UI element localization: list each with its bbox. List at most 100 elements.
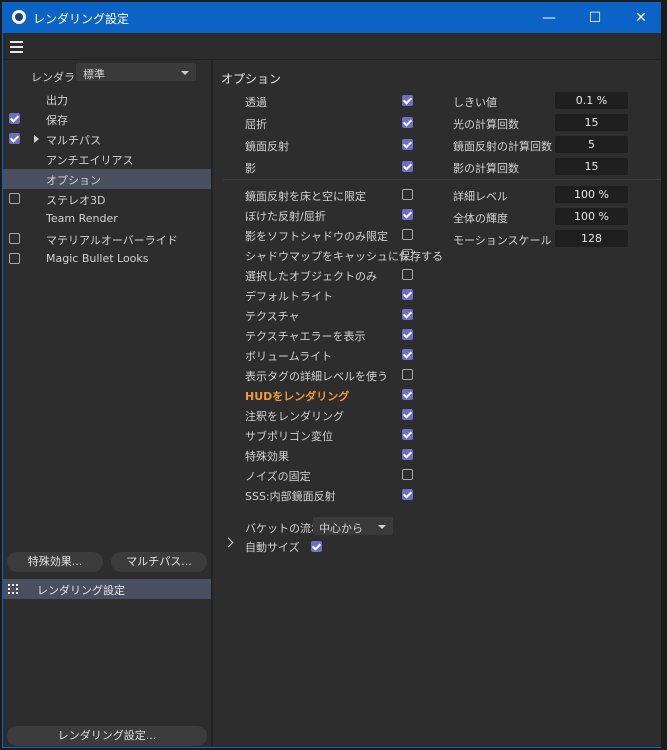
number-field[interactable]: 0.1 % xyxy=(555,92,628,109)
nav-item[interactable]: 出力 xyxy=(3,89,211,109)
option-checkbox[interactable] xyxy=(402,429,413,440)
preset-item[interactable]: レンダリング設定 xyxy=(3,579,211,599)
option-checkbox[interactable] xyxy=(402,161,413,172)
maximize-button[interactable]: ☐ xyxy=(572,3,618,33)
autosize-checkbox[interactable] xyxy=(311,541,322,552)
option-label: 特殊効果 xyxy=(245,450,289,463)
option-row: デフォルトライト xyxy=(213,285,664,305)
number-field[interactable]: 15 xyxy=(555,114,628,131)
option-label: テクスチャエラーを表示 xyxy=(245,330,366,343)
option-row: 鏡面反射を床と空に限定 xyxy=(213,185,664,205)
background-edge xyxy=(661,0,667,750)
option-label: 透過 xyxy=(245,96,267,109)
option-checkbox[interactable] xyxy=(402,209,413,220)
close-button[interactable]: ✕ xyxy=(618,3,664,33)
option-row: サブポリゴン変位 xyxy=(213,425,664,445)
option-checkbox[interactable] xyxy=(402,409,413,420)
option-row: 影をソフトシャドウのみ限定 xyxy=(213,225,664,245)
option-checkbox[interactable] xyxy=(402,309,413,320)
field-label: 影の計算回数 xyxy=(453,162,519,175)
option-label: 注釈をレンダリング xyxy=(245,410,344,423)
field-label: 光の計算回数 xyxy=(453,118,519,131)
nav-item-label: 保存 xyxy=(46,114,68,127)
option-checkbox[interactable] xyxy=(402,117,413,128)
option-label: ぼけた反射/屈折 xyxy=(245,210,326,223)
nav-item[interactable]: Team Render xyxy=(3,209,211,229)
nav-item[interactable]: ステレオ3D xyxy=(3,189,211,209)
option-row: 表示タグの詳細レベルを使う xyxy=(213,365,664,385)
option-checkbox[interactable] xyxy=(402,249,413,260)
option-row: HUDをレンダリング xyxy=(213,385,664,405)
option-label: HUDをレンダリング xyxy=(245,390,350,403)
option-label: シャドウマップをキャッシュに保存する xyxy=(245,250,443,263)
option-checkbox[interactable] xyxy=(402,229,413,240)
nav-checkbox[interactable] xyxy=(9,113,20,124)
nav-checkbox[interactable] xyxy=(9,133,20,144)
option-label: 選択したオブジェクトのみ xyxy=(245,270,377,283)
number-field[interactable]: 15 xyxy=(555,158,628,175)
option-checkbox[interactable] xyxy=(402,389,413,400)
nav-item[interactable]: 保存 xyxy=(3,109,211,129)
triangle-right-icon[interactable] xyxy=(34,135,39,143)
option-checkbox[interactable] xyxy=(402,469,413,480)
nav-checkbox[interactable] xyxy=(9,233,20,244)
section-separator xyxy=(223,179,661,180)
option-label: 表示タグの詳細レベルを使う xyxy=(245,370,388,383)
option-label: SSS:内部鏡面反射 xyxy=(245,490,336,503)
option-checkbox[interactable] xyxy=(402,329,413,340)
nav-item[interactable]: オプション xyxy=(3,169,211,189)
number-field[interactable]: 5 xyxy=(555,136,628,153)
option-checkbox[interactable] xyxy=(402,189,413,200)
nav-item-label: マテリアルオーバーライド xyxy=(46,234,178,247)
left-panel: レンダラー 標準 出力 保存 マルチパス アンチエイリアス オプション ステレオ3D Tea… xyxy=(3,60,211,746)
nav-item[interactable]: マルチパス xyxy=(3,129,211,149)
autosize-label: 自動サイズ xyxy=(245,541,300,554)
minimize-button[interactable]: — xyxy=(526,3,572,33)
nav-item-label: 出力 xyxy=(46,94,68,107)
nav-item-label: Team Render xyxy=(46,212,118,225)
bucket-row: バケットの流れ xyxy=(213,517,664,537)
nav-checkbox[interactable] xyxy=(9,253,20,264)
option-label: 影 xyxy=(245,162,256,175)
option-row: 注釈をレンダリング xyxy=(213,405,664,425)
renderer-value: 標準 xyxy=(83,68,105,81)
chevron-down-icon xyxy=(181,71,189,75)
option-checkbox[interactable] xyxy=(402,369,413,380)
option-checkbox[interactable] xyxy=(402,95,413,106)
option-row: ぼけた反射/屈折 xyxy=(213,205,664,225)
cinema4d-logo-icon xyxy=(12,10,26,24)
multipass-button[interactable]: マルチパス... xyxy=(111,552,207,572)
option-row: 特殊効果 xyxy=(213,445,664,465)
nav-item[interactable]: Magic Bullet Looks xyxy=(3,249,211,269)
option-row: テクスチャ xyxy=(213,305,664,325)
nav-item[interactable]: アンチエイリアス xyxy=(3,149,211,169)
option-checkbox[interactable] xyxy=(402,269,413,280)
option-label: サブポリゴン変位 xyxy=(245,430,333,443)
option-checkbox[interactable] xyxy=(402,139,413,150)
renderer-dropdown[interactable]: 標準 xyxy=(76,63,196,81)
option-checkbox[interactable] xyxy=(402,289,413,300)
render-settings-window: レンダリング設定 — ☐ ✕ レンダラー 標準 出力 保存 マルチパス アンチエイリア… xyxy=(2,2,665,748)
effects-button[interactable]: 特殊効果... xyxy=(7,552,103,572)
option-checkbox[interactable] xyxy=(402,489,413,500)
nav-checkbox[interactable] xyxy=(9,193,20,204)
option-row: ノイズの固定 xyxy=(213,465,664,485)
field-label: 鏡面反射の計算回数 xyxy=(453,140,552,153)
option-label: 鏡面反射を床と空に限定 xyxy=(245,190,366,203)
render-settings-button[interactable]: レンダリング設定... xyxy=(7,726,207,746)
option-label: デフォルトライト xyxy=(245,290,333,303)
options-title: オプション xyxy=(221,72,282,86)
bucket-dropdown[interactable]: 中心から xyxy=(313,517,393,535)
option-row: 選択したオブジェクトのみ xyxy=(213,265,664,285)
settings-preset-icon xyxy=(8,584,18,594)
options-panel: オプション 透過 屈折 鏡面反射影 しきい値 0.1 % 光の計算回数 15 鏡面反射の計算… xyxy=(213,60,664,746)
preset-item-label: レンダリング設定 xyxy=(37,584,125,597)
option-checkbox[interactable] xyxy=(402,349,413,360)
hamburger-menu-icon[interactable] xyxy=(10,41,23,53)
field-label: しきい値 xyxy=(453,96,497,109)
chevron-down-icon xyxy=(378,525,386,529)
nav-item[interactable]: マテリアルオーバーライド xyxy=(3,229,211,249)
nav-item-label: オプション xyxy=(46,174,101,187)
nav-item-label: ステレオ3D xyxy=(46,194,106,207)
option-checkbox[interactable] xyxy=(402,449,413,460)
